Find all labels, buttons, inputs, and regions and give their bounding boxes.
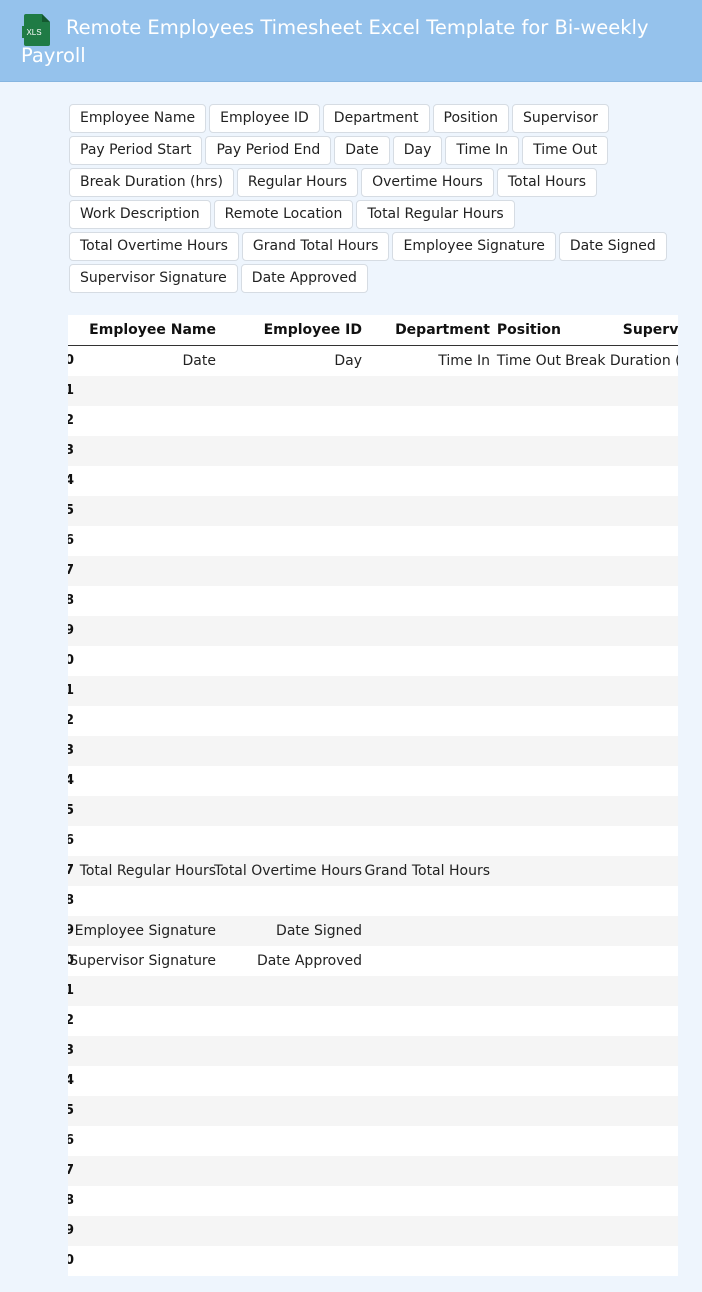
table-row: 8 (68, 1186, 678, 1216)
table-row: 0 (68, 1246, 678, 1276)
sheet-cell[interactable]: Grand Total Hours (322, 856, 490, 886)
sheet-cell[interactable]: Date Signed (177, 916, 362, 946)
table-row: 0 (68, 646, 678, 676)
table-row: 2 (68, 406, 678, 436)
field-tag[interactable]: Date Approved (240, 264, 368, 293)
table-row: 6 (68, 526, 678, 556)
row-number: 2 (68, 713, 75, 728)
row-number: 8 (68, 893, 75, 908)
table-row: 2 (68, 1006, 678, 1036)
table-row: 9 (68, 616, 678, 646)
row-number: 5 (68, 803, 75, 818)
table-row: 8 (68, 886, 678, 916)
row-number: 0 (68, 653, 75, 668)
row-number: 7 (68, 563, 75, 578)
row-number: 3 (68, 443, 75, 458)
field-tag[interactable]: Remote Location (213, 200, 354, 229)
field-tag[interactable]: Break Duration (hrs) (69, 168, 234, 197)
table-row: 0 Supervisor Signature Date Approved (68, 946, 678, 976)
spreadsheet-preview: Employee Name Employee ID Department Positi… (68, 315, 678, 1276)
row-number: 2 (68, 413, 75, 428)
row-number: 8 (68, 593, 75, 608)
table-row: 5 (68, 796, 678, 826)
sheet-cell[interactable]: Date Approved (177, 946, 362, 976)
field-tag[interactable]: Time In (445, 136, 520, 165)
table-row: 3 (68, 1036, 678, 1066)
sheet-header-row: Employee Name Employee ID Department Positi… (68, 315, 678, 346)
table-row: 1 (68, 676, 678, 706)
field-tag[interactable]: Overtime Hours (361, 168, 494, 197)
row-number: 8 (68, 1193, 75, 1208)
field-tag[interactable]: Regular Hours (236, 168, 359, 197)
sheet-cell[interactable]: Break Duration (hrs) (518, 346, 678, 376)
row-number: 4 (68, 1073, 75, 1088)
table-row: 4 (68, 766, 678, 796)
row-number: 9 (68, 1223, 75, 1238)
table-row: 7 Total Regular Hours Total Overtime Hours… (68, 856, 678, 886)
row-number: 7 (68, 1163, 75, 1178)
row-number: 1 (68, 683, 75, 698)
table-row: 3 (68, 736, 678, 766)
table-row: 0DateDayTime InTime OutBreak Duration (h… (68, 346, 678, 376)
field-tag[interactable]: Employee Name (69, 104, 207, 133)
field-tag[interactable]: Total Regular Hours (356, 200, 515, 229)
row-number: 5 (68, 503, 75, 518)
field-tag[interactable]: Total Hours (496, 168, 598, 197)
field-tag[interactable]: Grand Total Hours (241, 232, 390, 261)
table-row: 8 (68, 586, 678, 616)
row-number: 9 (68, 623, 75, 638)
field-tag[interactable]: Supervisor Signature (69, 264, 238, 293)
row-number: 5 (68, 1103, 75, 1118)
page-header: XLS Remote Employees Timesheet Excel Tem… (0, 0, 702, 82)
field-tag[interactable]: Employee Signature (392, 232, 556, 261)
field-tag[interactable]: Date Signed (558, 232, 667, 261)
field-tag[interactable]: Employee ID (209, 104, 320, 133)
table-row: 6 (68, 1126, 678, 1156)
row-number: 3 (68, 1043, 75, 1058)
field-tag[interactable]: Pay Period End (205, 136, 332, 165)
row-number: 1 (68, 383, 75, 398)
table-row: 4 (68, 466, 678, 496)
table-row: 5 (68, 1096, 678, 1126)
table-row: 1 (68, 976, 678, 1006)
row-number: 6 (68, 533, 75, 548)
table-row: 3 (68, 436, 678, 466)
table-row: 2 (68, 706, 678, 736)
row-number: 4 (68, 473, 75, 488)
field-tag[interactable]: Position (432, 104, 510, 133)
row-number: 2 (68, 1013, 75, 1028)
table-row: 7 (68, 556, 678, 586)
table-row: 4 (68, 1066, 678, 1096)
row-number: 0 (68, 1253, 75, 1268)
row-number: 6 (68, 833, 75, 848)
row-number: 1 (68, 983, 75, 998)
row-number: 6 (68, 1133, 75, 1148)
sheet-cell[interactable]: Supervisor (518, 315, 678, 345)
table-row: 9 (68, 1216, 678, 1246)
field-tag[interactable]: Date (334, 136, 390, 165)
page-title: Remote Employees Timesheet Excel Templat… (21, 16, 649, 67)
table-row: 7 (68, 1156, 678, 1186)
table-row: 6 (68, 826, 678, 856)
row-number: 4 (68, 773, 75, 788)
field-tag-list: Employee Name Employee ID Department Positi… (69, 104, 679, 293)
field-tag[interactable]: Supervisor (512, 104, 609, 133)
table-row: 9 Employee Signature Date Signed (68, 916, 678, 946)
field-tag[interactable]: Work Description (69, 200, 211, 229)
table-row: 5 (68, 496, 678, 526)
field-tag[interactable]: Total Overtime Hours (69, 232, 239, 261)
field-tag[interactable]: Department (322, 104, 430, 133)
field-tag[interactable]: Day (392, 136, 443, 165)
row-number: 3 (68, 743, 75, 758)
table-row: 1 (68, 376, 678, 406)
field-tag[interactable]: Time Out (522, 136, 609, 165)
field-tag[interactable]: Pay Period Start (69, 136, 203, 165)
